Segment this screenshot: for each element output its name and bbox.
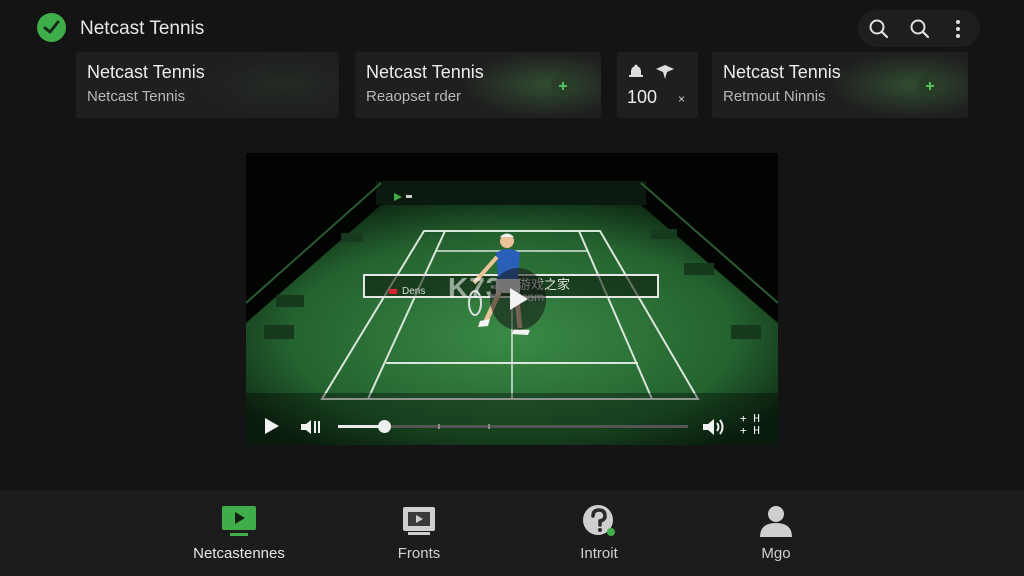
content-card[interactable]: Netcast Tennis Reaopset rder <box>355 52 601 118</box>
help-icon <box>583 505 615 536</box>
card-title: Netcast Tennis <box>87 62 205 82</box>
nav-label: Mgo <box>761 545 791 562</box>
card-subtitle: Netcast Tennis <box>87 88 186 105</box>
more-vertical-icon[interactable] <box>946 17 970 41</box>
app-title: Netcast Tennis <box>80 18 205 39</box>
volume-bars-icon[interactable] <box>300 417 324 442</box>
card-subtitle: Reaopset rder <box>366 88 462 105</box>
close-icon[interactable]: × <box>678 92 685 106</box>
nav-label: Introit <box>580 545 618 562</box>
bell-icon <box>629 64 643 77</box>
search-icon[interactable] <box>867 17 891 41</box>
nav-item-netcastennes[interactable]: Netcastennes <box>174 491 304 576</box>
user-icon <box>760 506 792 537</box>
nav-item-mgo[interactable]: Mgo <box>711 491 841 576</box>
video-controls: + H + H <box>246 408 778 445</box>
progress-fill <box>338 425 384 428</box>
search-icon[interactable] <box>908 17 932 41</box>
pin-icon <box>656 65 674 79</box>
add-icon[interactable] <box>551 74 575 98</box>
tv-play-icon <box>222 506 256 536</box>
fullscreen-icon[interactable]: + H + H <box>740 413 766 437</box>
film-icon <box>403 507 435 535</box>
checkmark-badge-icon[interactable] <box>37 13 66 42</box>
play-icon[interactable] <box>262 416 282 441</box>
card-title: Netcast Tennis <box>366 62 484 82</box>
bottom-nav: Netcastennes Fronts Introit Mgo <box>0 491 1024 576</box>
content-card[interactable]: Netcast Tennis Retmout Ninnis <box>712 52 968 118</box>
stat-card[interactable]: 100 × <box>617 52 698 118</box>
progress-bar[interactable] <box>338 420 688 433</box>
app-header: Netcast Tennis <box>0 0 1024 56</box>
nav-item-fronts[interactable]: Fronts <box>354 491 484 576</box>
nav-label: Netcastennes <box>193 545 285 562</box>
nav-item-introit[interactable]: Introit <box>534 491 664 576</box>
card-title: Netcast Tennis <box>723 62 841 82</box>
overlay-label: Dens <box>389 286 425 297</box>
nav-label: Fronts <box>397 545 441 562</box>
content-card[interactable]: Netcast Tennis Netcast Tennis <box>76 52 339 118</box>
stat-value: 100 <box>627 87 658 107</box>
volume-icon[interactable] <box>702 417 728 442</box>
card-subtitle: Retmout Ninnis <box>723 88 826 105</box>
play-icon[interactable] <box>490 268 546 330</box>
header-actions <box>858 10 980 47</box>
add-icon[interactable] <box>918 74 942 98</box>
progress-handle[interactable] <box>377 420 391 433</box>
